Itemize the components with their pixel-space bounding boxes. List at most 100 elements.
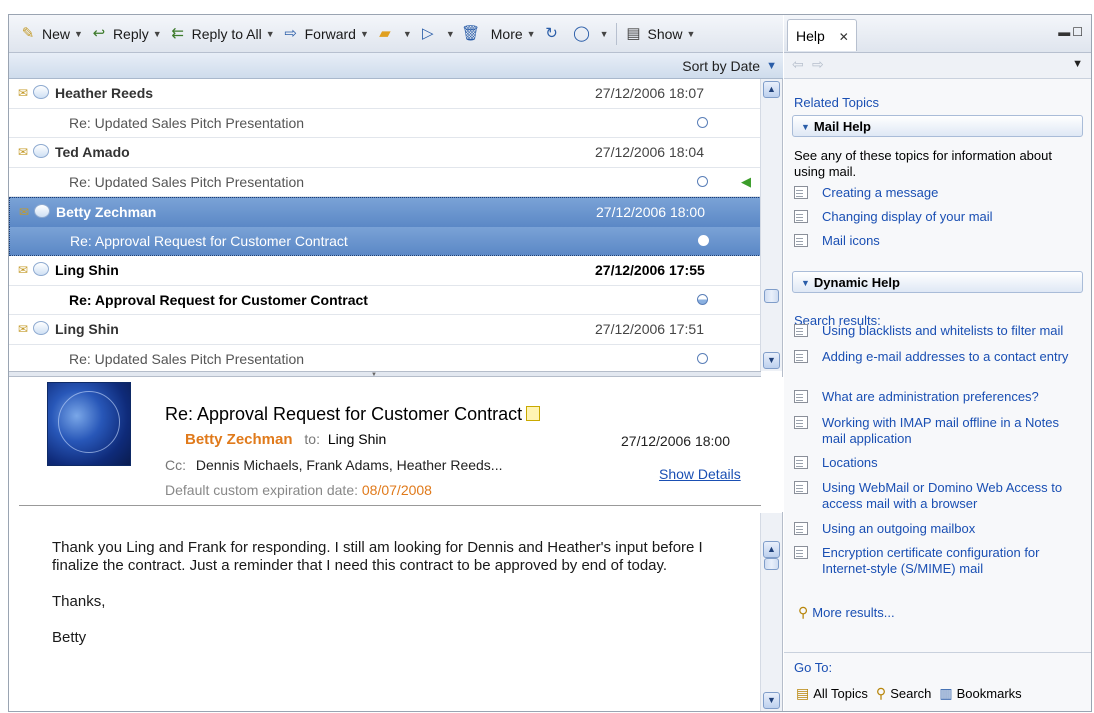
minimize-icon[interactable]: ▬ bbox=[1058, 25, 1072, 39]
help-link-text[interactable]: Locations bbox=[822, 455, 878, 471]
send-button[interactable]: ▷ ▼ bbox=[415, 20, 458, 48]
unread-marker-icon[interactable] bbox=[698, 235, 709, 247]
show-details-link[interactable]: Show Details bbox=[659, 466, 741, 482]
unread-marker-icon[interactable] bbox=[697, 294, 708, 306]
mail-help-section[interactable]: ▼ Mail Help bbox=[792, 115, 1083, 137]
scroll-up-icon[interactable]: ▲ bbox=[763, 81, 780, 98]
help-link-text[interactable]: Working with IMAP mail offline in a Note… bbox=[822, 415, 1084, 447]
reply-all-button[interactable]: ⇇ Reply to All ▼ bbox=[165, 20, 278, 48]
chevron-down-icon[interactable]: ▼ bbox=[266, 29, 275, 39]
scroll-down-icon[interactable]: ▼ bbox=[763, 352, 780, 369]
view-menu-icon[interactable]: ▼ bbox=[1072, 58, 1083, 70]
delete-button[interactable]: 🗑 bbox=[458, 20, 488, 48]
forward-arrow-icon[interactable]: ⇨ bbox=[812, 56, 824, 73]
sort-chevron-icon[interactable]: ▼ bbox=[766, 60, 777, 72]
help-link[interactable]: Working with IMAP mail offline in a Note… bbox=[794, 415, 1084, 447]
sort-bar[interactable]: Sort by Date ▼ bbox=[9, 53, 783, 79]
close-icon[interactable]: ✕ bbox=[839, 30, 849, 44]
expiration-date[interactable]: 08/07/2008 bbox=[362, 482, 432, 498]
collapse-triangle-icon[interactable]: ▼ bbox=[801, 278, 810, 288]
maximize-icon[interactable]: ☐ bbox=[1072, 25, 1085, 39]
cc-names[interactable]: Dennis Michaels, Frank Adams, Heather Re… bbox=[196, 457, 503, 473]
document-icon bbox=[794, 546, 808, 559]
bookmarks-text[interactable]: Bookmarks bbox=[957, 686, 1022, 701]
folder-button[interactable]: ▰ ▼ bbox=[372, 20, 415, 48]
from-name[interactable]: Betty Zechman bbox=[185, 431, 293, 448]
help-link-text[interactable]: Encryption certificate configuration for… bbox=[822, 545, 1084, 577]
reply-button[interactable]: ↩ Reply ▼ bbox=[86, 20, 165, 48]
list-item-subject-row[interactable]: Re: Updated Sales Pitch Presentation bbox=[9, 109, 761, 138]
bookmarks-link[interactable]: ▥ Bookmarks bbox=[939, 685, 1021, 702]
list-item-sender-row[interactable]: ✉ Ling Shin 27/12/2006 17:51 bbox=[9, 315, 761, 345]
list-item-sender-row[interactable]: ✉ Ling Shin 27/12/2006 17:55 bbox=[9, 256, 761, 286]
help-link-text[interactable]: Using an outgoing mailbox bbox=[822, 521, 975, 537]
list-item-sender-row-selected[interactable]: ✉ Betty Zechman 27/12/2006 18:00 bbox=[9, 197, 761, 227]
help-link-text[interactable]: What are administration preferences? bbox=[822, 389, 1039, 405]
chat-button[interactable]: ◯ ▼ bbox=[569, 20, 612, 48]
chevron-down-icon[interactable]: ▼ bbox=[600, 29, 609, 39]
chevron-down-icon[interactable]: ▼ bbox=[360, 29, 369, 39]
to-label: to: bbox=[304, 431, 320, 447]
help-link-text[interactable]: Adding e-mail addresses to a contact ent… bbox=[822, 349, 1068, 365]
scroll-thumb[interactable] bbox=[764, 558, 779, 570]
help-link[interactable]: Mail icons bbox=[794, 233, 1084, 249]
chevron-down-icon[interactable]: ▼ bbox=[74, 29, 83, 39]
list-item-sender-row[interactable]: ✉ Ted Amado 27/12/2006 18:04 bbox=[9, 138, 761, 168]
collapse-triangle-icon[interactable]: ▼ bbox=[801, 122, 810, 132]
show-button[interactable]: ▤ Show ▼ bbox=[621, 20, 699, 48]
chevron-down-icon[interactable]: ▼ bbox=[403, 29, 412, 39]
search-link[interactable]: ⚲ Search bbox=[876, 685, 931, 702]
list-item-sender-row[interactable]: ✉ Heather Reeds 27/12/2006 18:07 bbox=[9, 79, 761, 109]
tab-help[interactable]: Help ✕ bbox=[787, 19, 857, 51]
more-results-link[interactable]: ⚲ More results... bbox=[798, 604, 895, 621]
window-controls[interactable]: ▬☐ bbox=[1058, 25, 1085, 39]
sort-label[interactable]: Sort by Date bbox=[682, 58, 760, 74]
help-link[interactable]: Encryption certificate configuration for… bbox=[794, 545, 1084, 577]
help-link-text[interactable]: Creating a message bbox=[822, 185, 938, 201]
message-date: 27/12/2006 18:00 bbox=[596, 204, 705, 221]
forward-label: Forward bbox=[304, 25, 356, 42]
scroll-up-icon[interactable]: ▲ bbox=[763, 541, 780, 558]
more-button[interactable]: More ▼ bbox=[488, 20, 539, 48]
chevron-down-icon[interactable]: ▼ bbox=[687, 29, 696, 39]
dynamic-help-section[interactable]: ▼ Dynamic Help bbox=[792, 271, 1083, 293]
help-link-text[interactable]: Changing display of your mail bbox=[822, 209, 993, 225]
help-link[interactable]: Creating a message bbox=[794, 185, 1084, 201]
help-link[interactable]: Adding e-mail addresses to a contact ent… bbox=[794, 349, 1084, 365]
scroll-thumb[interactable] bbox=[764, 289, 779, 303]
help-link-text[interactable]: Mail icons bbox=[822, 233, 880, 249]
list-item-subject-row[interactable]: Re: Updated Sales Pitch Presentation ◀ bbox=[9, 168, 761, 197]
list-item-subject-row[interactable]: Re: Approval Request for Customer Contra… bbox=[9, 286, 761, 315]
unread-marker-icon[interactable] bbox=[697, 176, 708, 188]
forward-button[interactable]: ⇨ Forward ▼ bbox=[278, 20, 372, 48]
all-topics-link[interactable]: ▤ All Topics bbox=[796, 685, 868, 702]
help-link[interactable]: Using WebMail or Domino Web Access to ac… bbox=[794, 480, 1084, 512]
help-link[interactable]: Locations bbox=[794, 455, 1084, 471]
chevron-down-icon[interactable]: ▼ bbox=[153, 29, 162, 39]
list-item-subject-row-selected[interactable]: Re: Approval Request for Customer Contra… bbox=[9, 226, 761, 256]
scroll-down-icon[interactable]: ▼ bbox=[763, 692, 780, 709]
new-button[interactable]: ✎ New ▼ bbox=[15, 20, 86, 48]
help-link[interactable]: Using an outgoing mailbox bbox=[794, 521, 1084, 537]
message-list-scrollbar[interactable]: ▲ ▼ bbox=[760, 79, 782, 371]
list-item-subject-row[interactable]: Re: Updated Sales Pitch Presentation bbox=[9, 345, 761, 374]
reply-icon: ↩ bbox=[92, 24, 106, 42]
related-topics-link[interactable]: Related Topics bbox=[794, 95, 879, 110]
help-link-text[interactable]: Using blacklists and whitelists to filte… bbox=[822, 323, 1063, 339]
refresh-button[interactable]: ↻ bbox=[539, 20, 569, 48]
all-topics-text[interactable]: All Topics bbox=[813, 686, 868, 701]
help-link[interactable]: Changing display of your mail bbox=[794, 209, 1084, 225]
help-link-text[interactable]: Using WebMail or Domino Web Access to ac… bbox=[822, 480, 1084, 512]
help-link[interactable]: Using blacklists and whitelists to filte… bbox=[794, 323, 1084, 339]
chevron-down-icon[interactable]: ▼ bbox=[527, 29, 536, 39]
more-results-text[interactable]: More results... bbox=[812, 605, 894, 620]
chevron-down-icon[interactable]: ▼ bbox=[446, 29, 455, 39]
unread-marker-icon[interactable] bbox=[697, 117, 708, 129]
search-text[interactable]: Search bbox=[890, 686, 931, 701]
message-body-scrollbar[interactable]: ▲ ▼ bbox=[760, 513, 782, 711]
trash-icon: 🗑 bbox=[461, 24, 481, 42]
unread-marker-icon[interactable] bbox=[697, 353, 708, 365]
to-name[interactable]: Ling Shin bbox=[328, 431, 386, 447]
back-arrow-icon[interactable]: ⇦ bbox=[792, 56, 804, 73]
help-link[interactable]: What are administration preferences? bbox=[794, 389, 1084, 405]
